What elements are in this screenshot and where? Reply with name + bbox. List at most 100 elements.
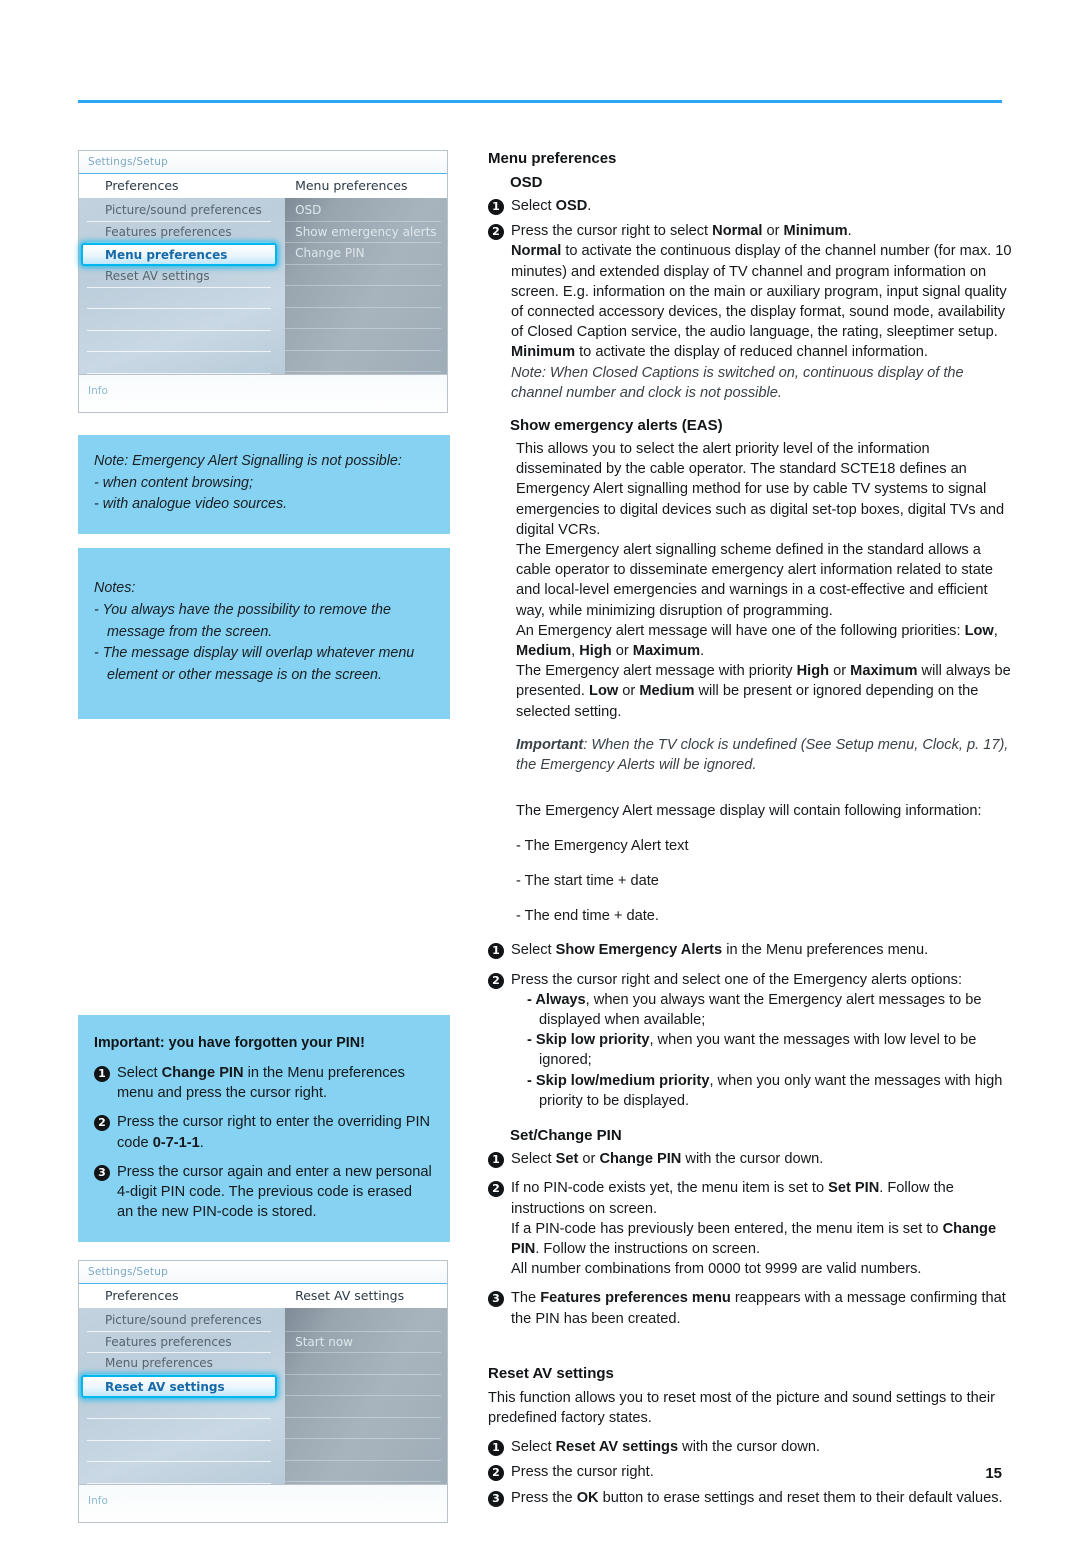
tv-menu-item-empty xyxy=(87,1398,272,1420)
section-heading-menu-preferences: Menu preferences xyxy=(488,150,617,167)
note-title: Notes: xyxy=(94,580,136,597)
eas-contains-item: - The start time + date xyxy=(516,872,659,889)
note-step: 1 Select Change PIN in the Menu preferen… xyxy=(94,1063,432,1103)
step-text: Select Show Emergency Alerts in the Menu… xyxy=(511,942,929,959)
osd-step-2: 2 Press the cursor right to select Norma… xyxy=(488,221,1012,403)
tv-header-left: Preferences xyxy=(105,178,179,193)
tv-menu-item-picture-sound[interactable]: Picture/sound preferences xyxy=(87,1310,272,1332)
header-rule xyxy=(78,100,1002,103)
step-number-badge: 2 xyxy=(488,224,504,241)
tv-submenu-item-osd[interactable]: OSD xyxy=(285,200,441,222)
note-box-forgotten-pin: Important: you have forgotten your PIN! … xyxy=(78,1014,450,1243)
step-text: The Features preferences menu reappears … xyxy=(511,1290,1006,1327)
step-number-badge: 1 xyxy=(488,199,504,215)
osd-note: Note: When Closed Captions is switched o… xyxy=(511,364,964,401)
eas-option-skip-low-medium: - Skip low/medium priority, when you onl… xyxy=(527,1072,1003,1109)
tv-submenu-item-start-now[interactable]: Start now xyxy=(285,1332,441,1354)
tv-info-bar: Info xyxy=(79,374,447,412)
tv-submenu-item-change-pin[interactable]: Change PIN xyxy=(285,243,441,265)
subheading-show-emergency-alerts: Show emergency alerts (EAS) xyxy=(510,417,723,435)
tv-menu-item-empty xyxy=(87,288,272,309)
tv-header-left: Preferences xyxy=(105,1288,179,1304)
step-number-badge: 3 xyxy=(94,1164,110,1181)
step-text: Select Reset AV settings with the cursor… xyxy=(511,1439,821,1456)
eas-paragraph-2: The Emergency alert signalling scheme de… xyxy=(516,542,993,619)
step-number-badge: 2 xyxy=(488,1181,504,1198)
eas-option-always: - Always, when you always want the Emerg… xyxy=(527,991,982,1029)
eas-contains-item: - The Emergency Alert text xyxy=(516,838,689,855)
tv-titlebar: Settings/Setup xyxy=(79,151,447,174)
step-number-badge: 2 xyxy=(94,1115,110,1132)
note-line: - when content browsing; xyxy=(94,474,253,491)
tv-submenu-item-empty xyxy=(285,1353,441,1375)
right-column: Menu preferences OSD 1 Select OSD. 2 Pre… xyxy=(488,150,1012,1508)
step-text: Press the cursor right to select Normal … xyxy=(511,223,1012,401)
tv-left-pane: Picture/sound preferences Features prefe… xyxy=(79,198,286,374)
step-number-badge: 1 xyxy=(488,1440,504,1457)
tv-right-pane: Start now xyxy=(285,1308,447,1485)
tv-menu-item-empty xyxy=(87,1419,272,1441)
note-step: 2 Press the cursor right to enter the ov… xyxy=(94,1112,432,1152)
tv-menu-item-features[interactable]: Features preferences xyxy=(87,222,272,243)
step-text: Press the cursor right and select one of… xyxy=(511,970,1012,1111)
tv-menu-item-menu-preferences-selected[interactable]: Menu preferences xyxy=(81,243,278,266)
note-line: - with analogue video sources. xyxy=(94,496,288,513)
eas-important-note: Important: When the TV clock is undefine… xyxy=(516,736,1009,774)
tv-submenu-item-empty xyxy=(285,1439,441,1461)
step-text: Press the cursor right to enter the over… xyxy=(117,1114,431,1151)
left-column: Settings/Setup Preferences Menu preferen… xyxy=(78,150,450,1545)
tv-submenu-item-empty xyxy=(285,1461,441,1483)
note-step: 3 Press the cursor again and enter a new… xyxy=(94,1162,432,1223)
tv-submenu-item-empty xyxy=(285,1418,441,1440)
tv-header-right: Reset AV settings xyxy=(295,1288,405,1304)
osd-step-1: 1 Select OSD. xyxy=(488,196,1012,216)
tv-menu-item-reset-av[interactable]: Reset AV settings xyxy=(87,266,272,288)
step-number-badge: 1 xyxy=(94,1065,110,1082)
subheading-set-change-pin: Set/Change PIN xyxy=(510,1127,622,1145)
tv-info-bar: Info xyxy=(79,1484,447,1523)
subheading-reset-av-settings: Reset AV settings xyxy=(488,1364,614,1382)
tv-submenu-item-empty xyxy=(285,351,441,372)
reset-av-step-3: 3 Press the OK button to erase settings … xyxy=(488,1488,1012,1508)
step-number-badge: 3 xyxy=(488,1490,504,1507)
tv-header-row: Preferences Reset AV settings xyxy=(79,1284,447,1309)
note-line: - The message display will overlap whate… xyxy=(94,645,415,684)
step-number-badge: 1 xyxy=(488,1152,504,1169)
step-text: Select OSD. xyxy=(511,198,592,214)
reset-av-step-1: 1 Select Reset AV settings with the curs… xyxy=(488,1437,1012,1457)
step-text: Press the cursor right. xyxy=(511,1464,654,1481)
note-box-notes: Notes: - You always have the possibility… xyxy=(78,548,450,719)
pin-step-1: 1 Select Set or Change PIN with the curs… xyxy=(488,1149,1012,1169)
tv-titlebar: Settings/Setup xyxy=(79,1261,447,1285)
tv-submenu-item-empty xyxy=(285,308,441,329)
tv-menu-item-features[interactable]: Features preferences xyxy=(87,1332,272,1354)
eas-paragraph-4: The Emergency alert message with priorit… xyxy=(516,663,1011,720)
step-text: Select Set or Change PIN with the cursor… xyxy=(511,1151,824,1168)
note-line: - You always have the possibility to rem… xyxy=(94,601,391,640)
tv-menu-item-empty xyxy=(87,352,272,374)
note-box-emergency-alert-signalling: Note: Emergency Alert Signalling is not … xyxy=(78,435,450,535)
note-line: Note: Emergency Alert Signalling is not … xyxy=(94,453,402,469)
tv-submenu-item-empty xyxy=(285,286,441,308)
reset-av-step-2: 2 Press the cursor right. xyxy=(488,1462,1012,1482)
step-text: If no PIN-code exists yet, the menu item… xyxy=(511,1180,997,1278)
eas-paragraph-3: An Emergency alert message will have one… xyxy=(516,622,998,660)
tv-submenu-item-empty xyxy=(285,1375,441,1397)
step-text: Select Change PIN in the Menu preference… xyxy=(117,1064,405,1102)
tv-submenu-item-empty xyxy=(285,329,441,351)
step-number-badge: 3 xyxy=(488,1291,504,1308)
step-number-badge: 2 xyxy=(488,1465,504,1482)
tv-menu-item-reset-av-selected[interactable]: Reset AV settings xyxy=(81,1374,278,1398)
tv-menu-item-empty xyxy=(87,331,272,352)
step-text: Press the OK button to erase settings an… xyxy=(511,1489,1003,1506)
tv-menu-item-menu-preferences[interactable]: Menu preferences xyxy=(87,1353,272,1375)
tv-submenu-item-show-emergency-alerts[interactable]: Show emergency alerts xyxy=(285,222,441,243)
eas-step-2: 2 Press the cursor right and select one … xyxy=(488,970,1012,1111)
tv-osd-menu-reset-av: Settings/Setup Preferences Reset AV sett… xyxy=(78,1260,448,1524)
eas-contains-intro: The Emergency Alert message display will… xyxy=(516,803,982,820)
tv-submenu-item-empty xyxy=(285,1396,441,1418)
step-number-badge: 2 xyxy=(488,972,504,989)
tv-menu-item-picture-sound[interactable]: Picture/sound preferences xyxy=(87,200,272,222)
